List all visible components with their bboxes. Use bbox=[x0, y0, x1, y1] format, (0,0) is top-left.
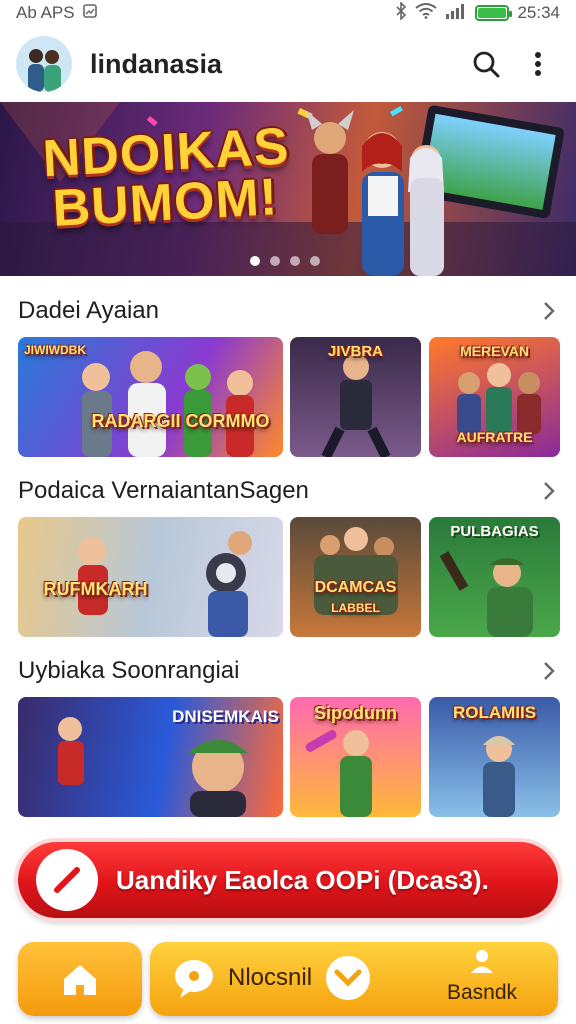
nav-profile-label: Basndk bbox=[446, 981, 518, 1004]
chevron-right-icon[interactable] bbox=[538, 660, 560, 682]
tile-artwork bbox=[314, 527, 398, 615]
game-tile[interactable]: RADARGII CORMMO JIWIWDBK bbox=[18, 337, 283, 457]
more-vertical-icon bbox=[535, 52, 541, 76]
tile-title: DNISEMKAIS bbox=[172, 707, 279, 726]
section-title: Dadei Ayaian bbox=[18, 297, 159, 324]
carousel-indicator[interactable] bbox=[250, 256, 320, 266]
tile-title: RADARGII CORMMO bbox=[91, 411, 270, 431]
game-tile[interactable]: MEREVAN AUFRATRE bbox=[429, 337, 560, 457]
tile-title: RUFMKARH bbox=[43, 579, 148, 599]
section-title: Podaica VernaiantanSagen bbox=[18, 477, 309, 504]
search-button[interactable] bbox=[464, 42, 508, 86]
hero-title-line2: BUMOM! bbox=[51, 168, 280, 238]
search-icon bbox=[473, 51, 500, 78]
tile-artwork bbox=[78, 531, 252, 637]
section-title: Uybiaka Soonrangiai bbox=[18, 657, 240, 684]
tile-tag: JIWIWDBK bbox=[24, 343, 86, 357]
profile-button[interactable]: Basndk bbox=[426, 948, 538, 1010]
carousel-dot[interactable] bbox=[270, 256, 280, 266]
user-icon bbox=[471, 950, 493, 973]
promo-text: Uandiky Eaolca OOPi (Dcas3). bbox=[116, 864, 489, 895]
carousel-dot[interactable] bbox=[290, 256, 300, 266]
game-tile[interactable]: RUFMKARH bbox=[18, 517, 283, 637]
hero-title: NDOIKAS BUMOM! bbox=[41, 117, 290, 237]
game-tile[interactable]: DNISEMKAIS bbox=[18, 697, 283, 817]
game-tile[interactable]: PULBAGIAS bbox=[429, 517, 560, 637]
check-button[interactable] bbox=[326, 956, 370, 1000]
tile-tag: MEREVAN bbox=[460, 343, 529, 359]
tile-title: DCAMCAS bbox=[314, 579, 397, 596]
avatar[interactable] bbox=[16, 36, 72, 92]
wifi-icon bbox=[415, 2, 438, 24]
game-tile[interactable]: JIVBRA bbox=[290, 337, 421, 457]
home-button[interactable] bbox=[18, 942, 142, 1016]
battery-icon bbox=[475, 5, 513, 21]
game-tile[interactable]: DCAMCAS LABBEL bbox=[290, 517, 421, 637]
home-icon bbox=[64, 965, 96, 995]
carousel-dot[interactable] bbox=[310, 256, 320, 266]
game-tile[interactable]: ROLAMIIS bbox=[429, 697, 560, 817]
status-bar: Ab APS 25:34 bbox=[0, 0, 576, 26]
hero-banner[interactable]: NDOIKAS BUMOM! bbox=[0, 102, 576, 276]
section-header[interactable]: Dadei Ayaian bbox=[18, 294, 560, 328]
chat-bubble-icon bbox=[175, 960, 213, 998]
photo-icon bbox=[82, 3, 97, 23]
game-tile[interactable]: Sipodunn bbox=[290, 697, 421, 817]
section-header[interactable]: Podaica VernaiantanSagen bbox=[18, 474, 560, 508]
tile-title: JIVBRA bbox=[327, 343, 383, 360]
more-menu-button[interactable] bbox=[516, 42, 560, 86]
carousel-dot[interactable] bbox=[250, 256, 260, 266]
tile-tag: LABBEL bbox=[331, 601, 380, 615]
app-title: lindanasia bbox=[90, 48, 223, 79]
no-entry-icon bbox=[36, 849, 98, 911]
section-header[interactable]: Uybiaka Soonrangiai bbox=[18, 654, 560, 688]
clock: 25:34 bbox=[517, 3, 560, 22]
bottom-nav-bar: Nlocsnil Basndk bbox=[150, 942, 558, 1016]
tile-title: AUFRATRE bbox=[456, 429, 533, 445]
signal-icon bbox=[445, 3, 467, 24]
tile-title: PULBAGIAS bbox=[450, 523, 539, 540]
tile-title: Sipodunn bbox=[314, 703, 397, 723]
chevron-right-icon[interactable] bbox=[538, 300, 560, 322]
bluetooth-icon bbox=[395, 0, 407, 25]
chevron-check-icon bbox=[334, 969, 362, 987]
app-bar: lindanasia bbox=[0, 32, 576, 96]
chat-button[interactable] bbox=[172, 956, 216, 1000]
promo-button[interactable]: Uandiky Eaolca OOPi (Dcas3). bbox=[18, 842, 558, 918]
carrier-label: Ab APS bbox=[16, 3, 75, 22]
chevron-right-icon[interactable] bbox=[538, 480, 560, 502]
tile-title: ROLAMIIS bbox=[452, 703, 537, 722]
nav-center-label[interactable]: Nlocsnil bbox=[228, 964, 312, 992]
